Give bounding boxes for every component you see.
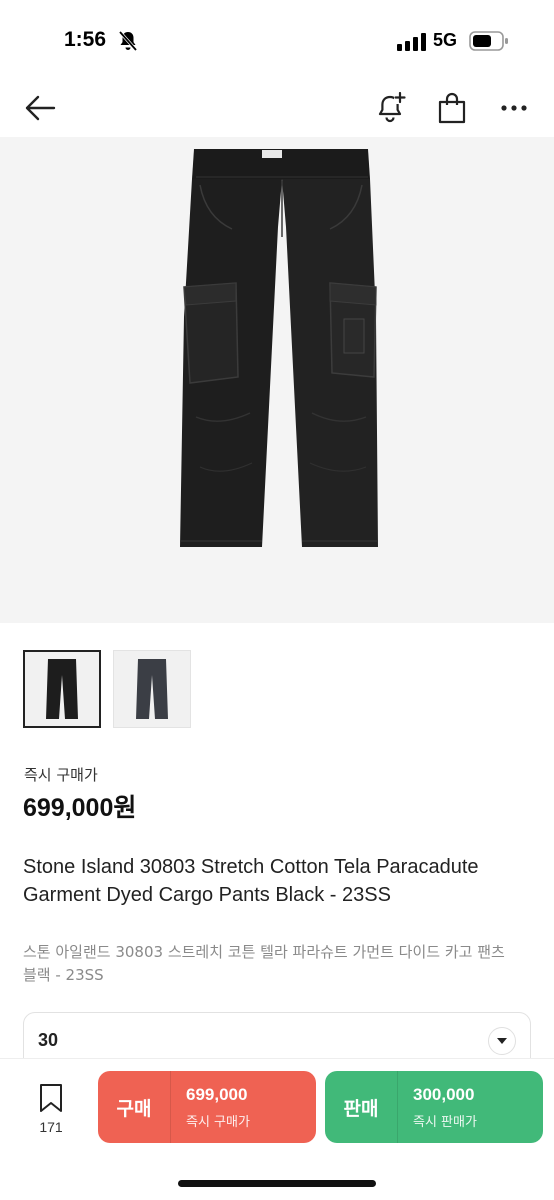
sell-label: 판매 — [343, 1097, 379, 1120]
network-type: 5G — [433, 30, 458, 50]
shopping-bag-button[interactable] — [432, 88, 472, 128]
buy-label: 구매 — [116, 1097, 152, 1120]
status-time: 1:56 — [64, 28, 107, 51]
dropdown-arrow-icon — [488, 1027, 516, 1055]
more-icon — [501, 105, 527, 111]
bell-off-icon — [118, 30, 138, 52]
bell-plus-icon — [378, 92, 406, 123]
status-bar: 1:56 5G — [0, 0, 554, 80]
price-label: 즉시 구매가 — [24, 766, 98, 784]
price-alert-button[interactable] — [370, 88, 410, 128]
grey-pants-thumbnail — [136, 659, 168, 719]
nav-bar — [0, 80, 554, 136]
product-title: Stone Island 30803 Stretch Cotton Tela P… — [23, 856, 479, 906]
home-indicator — [178, 1180, 376, 1187]
sell-divider — [397, 1071, 398, 1143]
product-image[interactable] — [0, 137, 554, 623]
size-value: 30 — [38, 1030, 59, 1050]
shopping-bag-icon — [438, 92, 466, 124]
back-button[interactable] — [20, 88, 60, 128]
thumbnail-grey[interactable] — [113, 650, 191, 728]
back-arrow-icon — [25, 95, 56, 121]
thumbnail-strip — [23, 650, 191, 728]
signal-icon — [397, 33, 426, 51]
sell-sub-label: 즉시 판매가 — [413, 1115, 477, 1130]
buy-price: 699,000 — [186, 1085, 248, 1104]
black-pants-thumbnail — [46, 659, 78, 719]
buy-button[interactable]: 구매 699,000 즉시 구매가 — [98, 1071, 316, 1143]
thumbnail-black[interactable] — [23, 650, 101, 728]
sell-button[interactable]: 판매 300,000 즉시 판매가 — [325, 1071, 543, 1143]
buy-sub-label: 즉시 구매가 — [186, 1115, 250, 1130]
bookmark-count: 171 — [39, 1119, 63, 1135]
more-button[interactable] — [494, 88, 534, 128]
bookmark-button[interactable]: 171 — [30, 1083, 72, 1143]
instant-buy-price: 699,000원 — [23, 794, 137, 822]
bookmark-icon — [40, 1084, 62, 1112]
battery-icon — [469, 31, 508, 51]
product-subtitle: 스톤 아일랜드 30803 스트레치 코튼 텔라 파라슈트 가먼트 다이드 카고… — [23, 943, 505, 984]
cargo-pants-image — [180, 149, 378, 547]
sell-price: 300,000 — [413, 1085, 475, 1104]
buy-divider — [170, 1071, 171, 1143]
bottom-action-bar: 171 구매 699,000 즉시 구매가 판매 300,000 즉시 판매가 — [0, 1058, 554, 1200]
